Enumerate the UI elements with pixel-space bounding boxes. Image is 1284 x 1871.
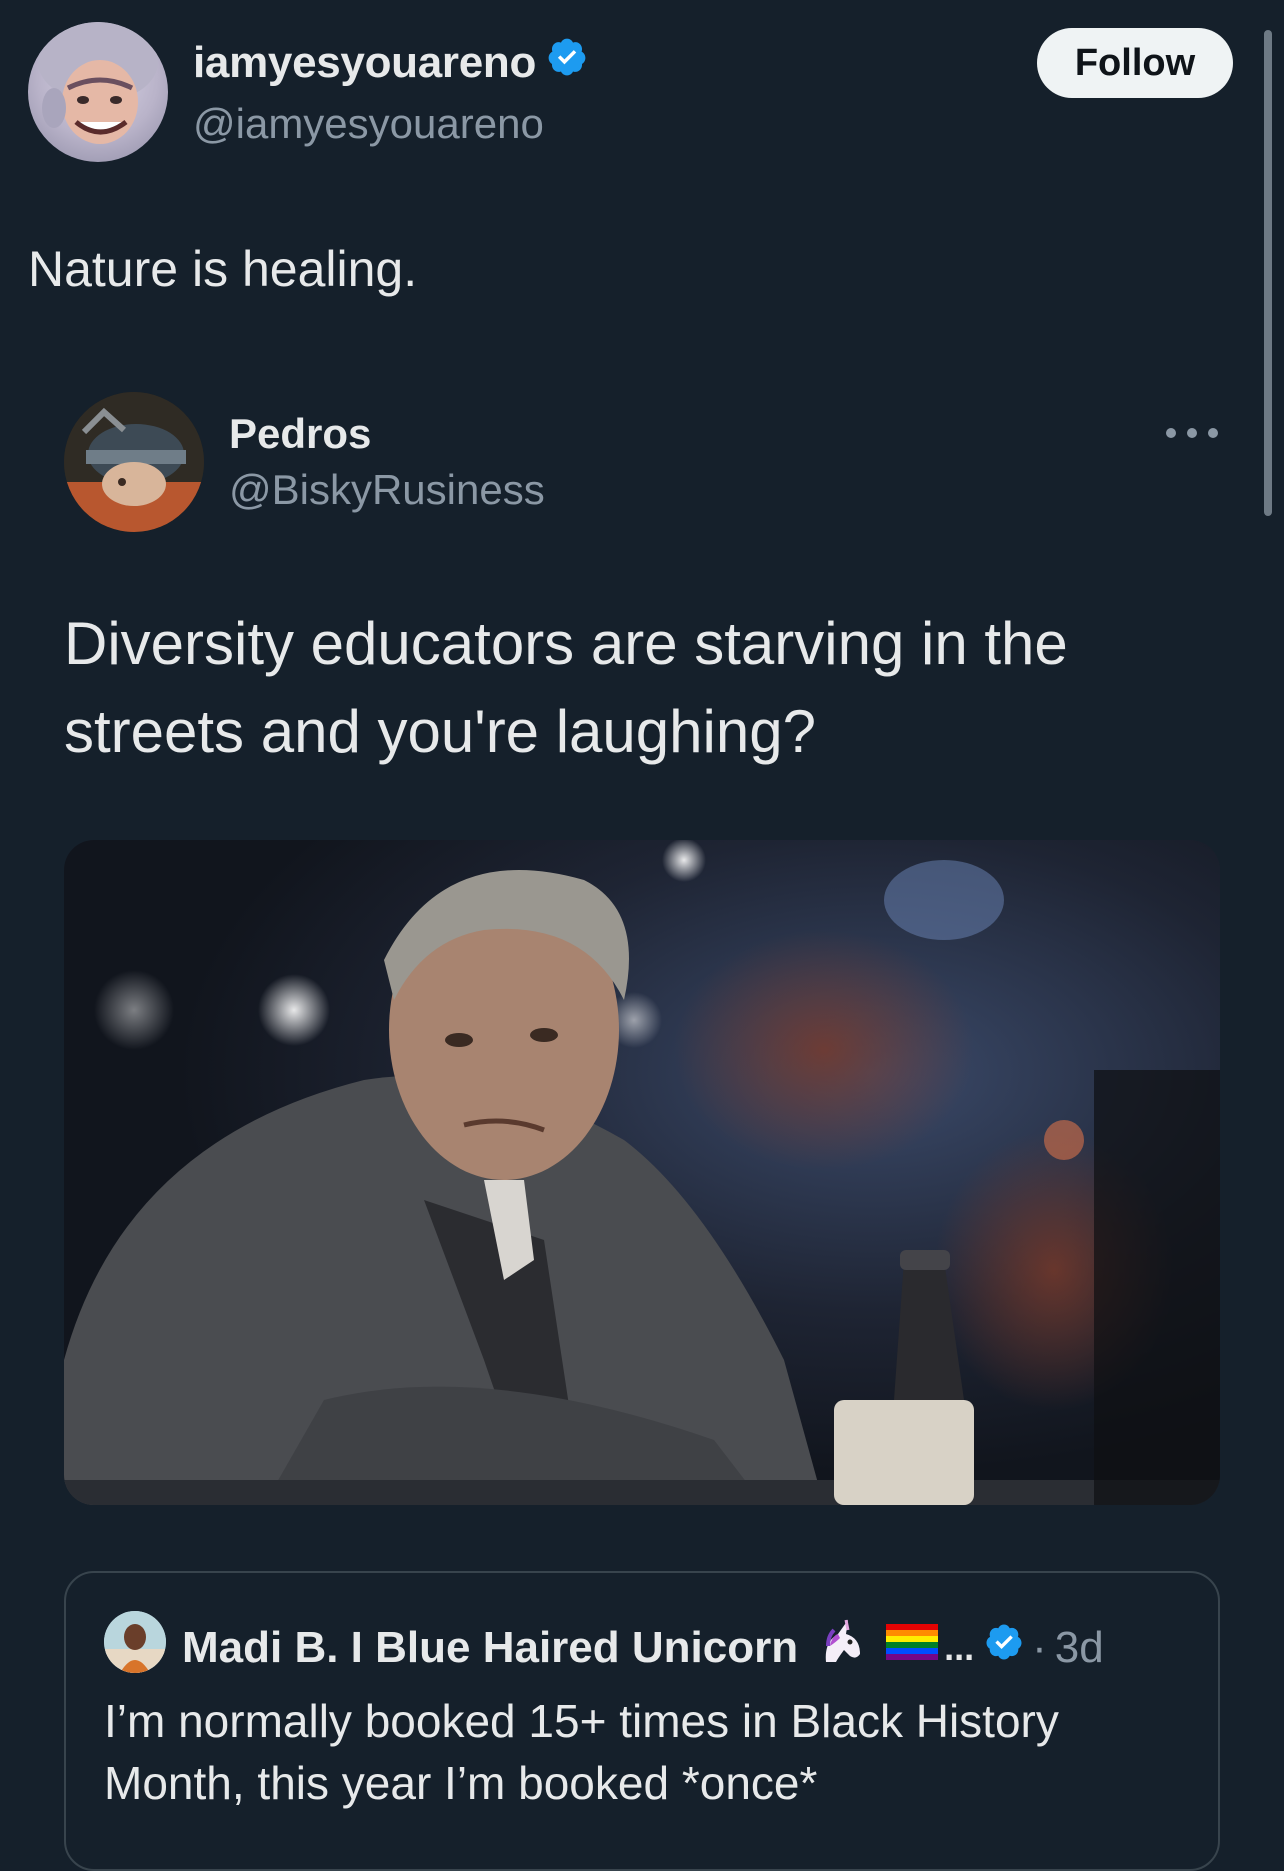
quoted-tweet-text: Diversity educators are starving in the … — [64, 610, 1068, 765]
man-at-bar-photo — [64, 840, 1220, 1505]
cartoon-face-avatar — [38, 22, 158, 144]
quoted-author-name[interactable]: Pedros — [229, 410, 371, 458]
tweet-media-photo[interactable] — [64, 840, 1220, 1505]
author-display-name[interactable]: iamyesyouareno — [193, 36, 588, 89]
person-avatar-icon — [104, 1611, 166, 1673]
tweet-text: Nature is healing. — [28, 241, 418, 297]
quoted-author-handle[interactable]: @BiskyRusiness — [229, 466, 545, 514]
verified-badge-icon — [546, 36, 588, 89]
unicorn-icon — [816, 1616, 868, 1679]
time-separator: · — [1032, 1622, 1047, 1672]
scrollbar[interactable] — [1264, 30, 1272, 516]
rainbow-flag-icon — [886, 1622, 939, 1673]
nested-timestamp[interactable]: 3d — [1055, 1623, 1104, 1673]
nested-author-row[interactable]: Madi B. I Blue Haired Unicorn ... · 3d — [182, 1616, 1104, 1679]
name-truncation-ellipsis: ... — [944, 1626, 975, 1668]
more-horizontal-icon[interactable] — [1166, 418, 1218, 448]
author-avatar[interactable] — [28, 22, 168, 162]
more-dot — [1208, 428, 1218, 438]
nested-quote-text: I’m normally booked 15+ times in Black H… — [104, 1695, 1059, 1809]
author-name-text: iamyesyouareno — [193, 37, 537, 87]
nested-author-name: Madi B. I Blue Haired Unicorn — [182, 1622, 799, 1672]
medieval-helmet-avatar — [64, 392, 204, 532]
follow-button[interactable]: Follow — [1037, 28, 1233, 98]
more-dot — [1166, 428, 1176, 438]
quoted-author-avatar[interactable] — [64, 392, 204, 532]
author-handle[interactable]: @iamyesyouareno — [193, 100, 544, 148]
nested-author-avatar[interactable] — [104, 1611, 166, 1673]
verified-badge-icon — [984, 1622, 1024, 1673]
more-dot — [1187, 428, 1197, 438]
